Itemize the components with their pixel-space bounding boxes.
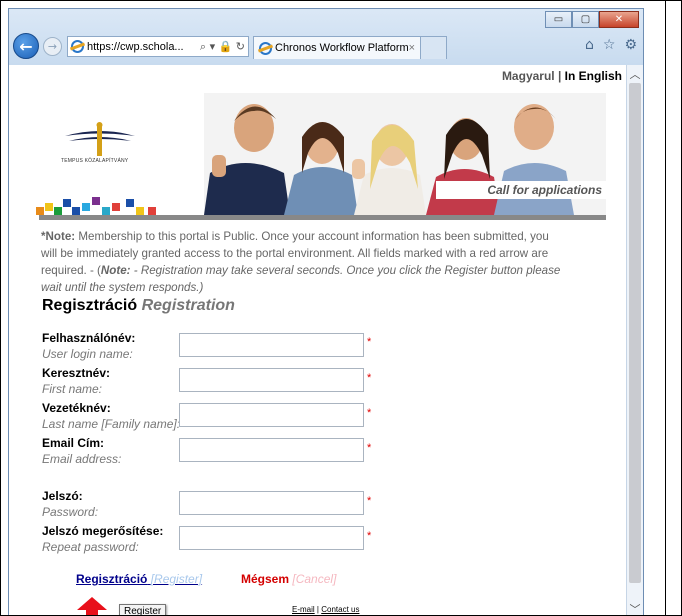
registration-heading: Regisztráció Registration	[42, 297, 235, 315]
repeat-password-input[interactable]	[179, 526, 364, 550]
page-content: Magyarul | In English TEMPUS KÖZALAPÍTVÁ…	[9, 65, 626, 616]
cancel-link[interactable]: Mégsem [Cancel]	[241, 572, 336, 586]
last-name-input[interactable]	[179, 403, 364, 427]
red-arrow-up-icon	[77, 597, 107, 616]
register-label-en[interactable]: [Register]	[151, 572, 202, 586]
field-sublabel: Repeat password:	[42, 540, 139, 554]
browser-window: ▭ ▢ ✕ ← → https://cwp.schola... ⌕ ▾ 🔒 ↻ …	[8, 8, 644, 616]
tempus-emblem-icon	[65, 122, 135, 156]
maximize-button[interactable]: ▢	[572, 11, 599, 28]
note2-label: Note:	[100, 264, 131, 277]
field-sublabel: Last name [Family name]:	[42, 417, 181, 431]
browser-chrome: ▭ ▢ ✕ ← → https://cwp.schola... ⌕ ▾ 🔒 ↻ …	[9, 9, 643, 65]
forward-button[interactable]: →	[43, 37, 62, 56]
decorative-pixels	[36, 197, 166, 217]
required-mark: *	[367, 372, 372, 384]
footer-contact-link[interactable]: Contact us	[321, 605, 359, 614]
field-first-name: Keresztnév: First name:	[42, 365, 110, 397]
field-label: Keresztnév:	[42, 366, 111, 380]
field-label: Vezetéknév:	[42, 401, 111, 415]
register-tooltip: Register	[119, 604, 167, 616]
field-label: Jelszó:	[42, 489, 83, 503]
new-tab-button[interactable]	[421, 36, 447, 59]
footer-separator: |	[316, 605, 319, 614]
field-email: Email Cím: Email address:	[42, 435, 121, 467]
cancel-label-en[interactable]: [Cancel]	[292, 572, 336, 586]
call-for-applications-caption: Call for applications	[436, 181, 606, 199]
username-input[interactable]	[179, 333, 364, 357]
right-divider	[665, 0, 666, 616]
register-link[interactable]: Regisztráció [Register]	[76, 572, 202, 586]
tab-close-icon[interactable]: ×	[409, 42, 420, 54]
close-button[interactable]: ✕	[599, 11, 639, 28]
field-sublabel: User login name:	[42, 347, 133, 361]
required-mark: *	[367, 530, 372, 542]
language-switcher: Magyarul | In English	[502, 69, 622, 83]
required-mark: *	[367, 336, 372, 348]
settings-gear-icon[interactable]: ⚙	[624, 37, 637, 53]
lang-english-link[interactable]: In English	[565, 69, 622, 83]
field-sublabel: Email address:	[42, 452, 122, 466]
tempus-logo: TEMPUS KÖZALAPÍTVÁNY	[61, 122, 139, 168]
field-label: Felhasználónév:	[42, 331, 136, 345]
cancel-label-hu[interactable]: Mégsem	[241, 572, 289, 586]
window-controls: ▭ ▢ ✕	[545, 11, 639, 28]
ie-page-icon	[71, 40, 84, 53]
field-repeat-password: Jelszó megerősítése: Repeat password:	[42, 523, 163, 555]
students-banner-image: Call for applications	[204, 93, 606, 215]
banner-strip	[39, 215, 606, 220]
home-icon[interactable]: ⌂	[585, 37, 594, 53]
footer-email-link[interactable]: E-mail	[292, 605, 315, 614]
field-label: Email Cím:	[42, 436, 105, 450]
field-sublabel: First name:	[42, 382, 103, 396]
scroll-thumb[interactable]	[629, 83, 641, 583]
address-bar[interactable]: https://cwp.schola... ⌕ ▾ 🔒 ↻	[67, 36, 249, 57]
favorites-star-icon[interactable]: ☆	[603, 37, 616, 53]
field-password: Jelszó: Password:	[42, 488, 98, 520]
lang-hungarian-link[interactable]: Magyarul	[502, 69, 555, 83]
tab-ie-icon	[259, 41, 272, 55]
required-mark: *	[367, 407, 372, 419]
minimize-button[interactable]: ▭	[545, 11, 572, 28]
tab-title: Chronos Workflow Platform	[275, 42, 409, 54]
browser-tab-active[interactable]: Chronos Workflow Platform ×	[253, 36, 421, 59]
footer-links: E-mail | Contact us	[292, 605, 359, 614]
back-button[interactable]: ←	[13, 33, 39, 59]
required-mark: *	[367, 495, 372, 507]
registration-title-hu: Regisztráció	[42, 297, 138, 314]
field-sublabel: Password:	[42, 505, 99, 519]
address-tools-icons[interactable]: ⌕ ▾ 🔒 ↻	[200, 40, 248, 54]
form-actions: Regisztráció [Register] Mégsem [Cancel]	[76, 572, 336, 586]
lang-separator: |	[554, 69, 565, 83]
vertical-scrollbar[interactable]: ︿ ﹀	[626, 65, 643, 616]
field-label: Jelszó megerősítése:	[42, 524, 164, 538]
logo-text: TEMPUS KÖZALAPÍTVÁNY	[61, 158, 129, 164]
navigation-bar: ← → https://cwp.schola... ⌕ ▾ 🔒 ↻ Chrono…	[13, 33, 641, 61]
screenshot: ▭ ▢ ✕ ← → https://cwp.schola... ⌕ ▾ 🔒 ↻ …	[0, 0, 682, 616]
register-label-hu[interactable]: Regisztráció	[76, 572, 147, 586]
scroll-down-icon[interactable]: ﹀	[627, 600, 643, 616]
browser-toolbar-icons: ⌂ ☆ ⚙	[585, 37, 637, 53]
first-name-input[interactable]	[179, 368, 364, 392]
address-url[interactable]: https://cwp.schola...	[87, 41, 200, 53]
email-input[interactable]	[179, 438, 364, 462]
field-username: Felhasználónév: User login name:	[42, 330, 135, 362]
field-last-name: Vezetéknév: Last name [Family name]:	[42, 400, 180, 432]
registration-title-en: Registration	[141, 297, 235, 314]
note-prefix: *Note:	[41, 230, 76, 243]
required-mark: *	[367, 442, 372, 454]
password-input[interactable]	[179, 491, 364, 515]
membership-note: *Note: Membership to this portal is Publ…	[41, 228, 561, 296]
scroll-up-icon[interactable]: ︿	[627, 65, 643, 82]
